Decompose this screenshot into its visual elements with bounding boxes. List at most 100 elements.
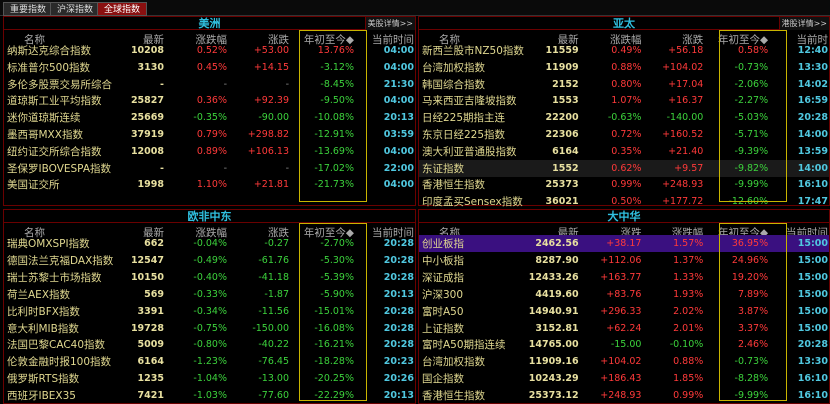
index-row[interactable]: 圣保罗IBOVESPA指数 - - - -17.02% 22:00 — [4, 160, 415, 177]
change-percent: - — [223, 162, 227, 174]
index-row[interactable]: 法国巴黎CAC40指数 5009 -0.80% -40.22 -16.21% 20:28 — [4, 336, 415, 353]
index-row[interactable]: 纽约证交所综合指数 12008 0.89% +106.13 -13.69% 04:00 — [4, 143, 415, 160]
ytd-change: -5.30% — [320, 254, 354, 266]
change: +62.24 — [606, 322, 642, 334]
index-row[interactable]: 澳大利亚普通股指数 6164 0.35% +21.40 -9.39% 13:59 — [419, 143, 829, 160]
latest-price: 12433.26 — [528, 271, 579, 283]
index-name: 瑞典OMXSPI指数 — [7, 238, 90, 250]
change-percent: 2.01% — [673, 322, 704, 334]
current-time: 20:28 — [383, 254, 414, 266]
index-row[interactable]: 韩国综合指数 2152 0.80% +17.04 -2.06% 14:02 — [419, 76, 829, 93]
change: -0.27 — [264, 238, 289, 249]
index-row[interactable]: 香港恒生指数 25373.12 +248.93 0.99% -9.99% 16:10 — [419, 387, 829, 404]
index-row[interactable]: 富时A50 14940.91 +296.33 2.02% 3.87% 15:00 — [419, 303, 829, 320]
index-row[interactable]: 墨西哥MXX指数 37919 0.79% +298.82 -12.91% 03:59 — [4, 126, 415, 143]
change: +177.72 — [662, 196, 704, 208]
change: +104.02 — [600, 356, 642, 368]
change-percent: 0.80% — [611, 78, 642, 90]
change: -15.00 — [610, 339, 642, 351]
index-row[interactable]: 瑞典OMXSPI指数 662 -0.04% -0.27 -2.70% 20:28 — [4, 235, 415, 252]
index-row[interactable]: 美国证交所 1998 1.10% +21.81 -21.73% 04:00 — [4, 176, 415, 193]
index-name: 富时A50 — [422, 305, 464, 318]
change: -40.22 — [258, 339, 289, 351]
ytd-change: -0.73% — [734, 356, 769, 368]
current-time: 22:00 — [383, 162, 414, 174]
index-row[interactable]: 伦敦金融时报100指数 6164 -1.23% -76.45 -18.28% 20:23 — [4, 353, 415, 370]
index-row[interactable]: 马来西亚吉隆坡指数 1553 1.07% +16.37 -2.27% 16:59 — [419, 92, 829, 109]
change-percent: -0.35% — [193, 112, 227, 124]
index-row[interactable]: 深证成指 12433.26 +163.77 1.33% 19.20% 15:00 — [419, 269, 829, 286]
current-time: 21:30 — [383, 78, 414, 90]
index-name: 日经225期指主连 — [422, 112, 506, 125]
tab-important-indices[interactable]: 重要指数 — [3, 2, 54, 16]
latest-price: 569 — [144, 288, 164, 300]
current-time: 14:02 — [797, 78, 829, 90]
index-row[interactable]: 富时A50期指连续 14765.00 -15.00 -0.10% 2.46% 20:28 — [419, 336, 829, 353]
index-row[interactable]: 东证指数 1552 0.62% +9.57 -9.82% 14:00 — [419, 159, 829, 177]
index-name: 香港恒生指数 — [422, 390, 485, 403]
current-time: 04:00 — [383, 61, 414, 73]
index-row[interactable]: 上证指数 3152.81 +62.24 2.01% 3.37% 15:00 — [419, 320, 829, 337]
change: +56.18 — [668, 45, 704, 56]
ytd-change: -5.39% — [320, 271, 354, 283]
index-row[interactable]: 日经225期指主连 22200 -0.63% -140.00 -5.03% 20:28 — [419, 109, 829, 126]
index-row[interactable]: 多伦多股票交易所综合 - - - -8.45% 21:30 — [4, 76, 415, 93]
latest-price: 25373 — [545, 179, 579, 191]
index-row[interactable]: 比利时BFX指数 3391 -0.34% -11.56 -15.01% 20:28 — [4, 303, 415, 320]
index-name: 标准普尔500指数 — [7, 61, 91, 74]
latest-price: 12547 — [130, 254, 164, 266]
panel-title: 美洲 — [4, 17, 415, 30]
index-row[interactable]: 东京日经225指数 22306 0.72% +160.52 -5.71% 14:00 — [419, 126, 829, 143]
change: -1.87 — [264, 288, 289, 300]
panel-title: 亚太 — [419, 17, 829, 30]
latest-price: 22200 — [545, 112, 579, 124]
change: -61.76 — [258, 254, 289, 266]
tab-global-indices[interactable]: 全球指数 — [97, 2, 148, 16]
change-percent: 0.72% — [611, 129, 642, 140]
panel-asia-pacific: 亚太 港股详情>> 名称 最新 涨跌幅 涨跌 年初至今◆ 当前时 新西兰股市NZ50指数 1155… — [418, 16, 830, 208]
index-name: 上证指数 — [422, 322, 464, 335]
current-time: 04:00 — [383, 179, 414, 191]
latest-price: 7421 — [137, 390, 164, 402]
index-row[interactable]: 纳斯达克综合指数 10208 0.52% +53.00 13.76% 04:00 — [4, 42, 415, 59]
index-row[interactable]: 道琼斯工业平均指数 25827 0.36% +92.39 -9.50% 04:00 — [4, 92, 415, 109]
index-row[interactable]: 国企指数 10243.29 +186.43 1.85% -8.28% 16:10 — [419, 370, 829, 387]
index-name: 道琼斯工业平均指数 — [7, 95, 102, 108]
index-row[interactable]: 创业板指 2462.56 +38.17 1.57% 36.95% 15:00 — [419, 235, 829, 252]
index-row[interactable]: 台湾加权指数 11909.16 +104.02 0.88% -0.73% 13:30 — [419, 353, 829, 370]
index-row[interactable]: 意大利MIB指数 19728 -0.75% -150.00 -16.08% 20:28 — [4, 320, 415, 337]
index-row[interactable]: 荷兰AEX指数 569 -0.33% -1.87 -5.90% 20:13 — [4, 286, 415, 303]
change: - — [285, 78, 289, 90]
index-row[interactable]: 印度孟买Sensex指数 36021 0.50% +177.72 -12.60% 17:4… — [419, 193, 829, 210]
index-row[interactable]: 香港恒生指数 25373 0.99% +248.93 -9.99% 16:10 — [419, 176, 829, 193]
index-name: 西班牙IBEX35 — [7, 390, 76, 403]
latest-price: 12008 — [130, 145, 164, 157]
index-row[interactable]: 台湾加权指数 11909 0.88% +104.02 -0.73% 13:30 — [419, 59, 829, 76]
detail-link[interactable]: 美股详情>> — [364, 17, 415, 30]
ytd-change: -5.90% — [320, 288, 354, 300]
index-row[interactable]: 俄罗斯RTS指数 1235 -1.04% -13.00 -20.25% 20:26 — [4, 370, 415, 387]
current-time: 20:13 — [383, 288, 414, 300]
index-row[interactable]: 标准普尔500指数 3130 0.45% +14.15 -3.12% 04:00 — [4, 59, 415, 76]
index-row[interactable]: 新西兰股市NZ50指数 11559 0.49% +56.18 0.58% 12:40 — [419, 42, 829, 59]
ytd-change: -9.82% — [734, 162, 769, 174]
index-row[interactable]: 西班牙IBEX35 7421 -1.03% -77.60 -22.29% 20:13 — [4, 387, 415, 404]
index-row[interactable]: 迷你道琼斯连续 25669 -0.35% -90.00 -10.08% 20:13 — [4, 109, 415, 126]
ytd-change: 13.76% — [317, 45, 354, 56]
change-percent: -1.23% — [193, 356, 227, 368]
index-row[interactable]: 德国法兰克福DAX指数 12547 -0.49% -61.76 -5.30% 20:28 — [4, 252, 415, 269]
detail-link[interactable]: 港股详情>> — [778, 17, 829, 30]
latest-price: 11909.16 — [528, 356, 579, 368]
tab-shanghai-shenzhen-indices[interactable]: 沪深指数 — [50, 2, 101, 16]
change-percent: 1.33% — [673, 271, 704, 283]
change: -77.60 — [258, 390, 289, 402]
current-time: 16:59 — [797, 95, 829, 107]
index-row[interactable]: 瑞士苏黎士市场指数 10150 -0.40% -41.18 -5.39% 20:28 — [4, 269, 415, 286]
index-name: 韩国综合指数 — [422, 78, 485, 91]
current-time: 20:28 — [797, 339, 829, 351]
latest-price: 6164 — [137, 356, 164, 368]
index-name: 新西兰股市NZ50指数 — [422, 45, 524, 57]
index-name: 东证指数 — [422, 162, 464, 175]
index-row[interactable]: 沪深300 4419.60 +83.76 1.93% 7.89% 15:00 — [419, 286, 829, 303]
index-row[interactable]: 中小板指 8287.90 +112.06 1.37% 24.96% 15:00 — [419, 252, 829, 269]
